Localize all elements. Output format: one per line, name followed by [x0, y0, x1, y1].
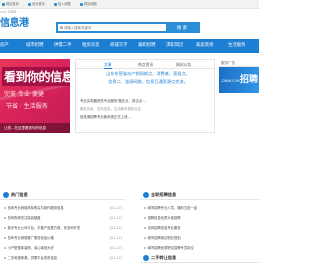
list-item[interactable]: 岛屿招聘信息专业服务: [140, 223, 259, 233]
nav-item-part-time[interactable]: 兼职招聘: [138, 39, 156, 53]
bullet-icon: [144, 247, 146, 249]
bullet-icon: [4, 207, 6, 209]
nav-item-rentals[interactable]: 租房买卖: [82, 39, 100, 53]
section-title: 二手转让信息: [151, 255, 177, 260]
list-item[interactable]: 小户型整体装修，省心省钱大好 [01-27]: [0, 243, 125, 253]
news-item[interactable]: 专业买电器把关专业服务·搬迁点，到达点·…: [80, 97, 212, 105]
hot-info-list: 岛屿专业网络商标购买与制作服务信息 [01-27] 岛屿购房关注精品楼盘 [01-2…: [0, 203, 125, 263]
list-item[interactable]: 城市招聘优质职位招聘专员岗位: [140, 243, 259, 253]
nav-item-shops[interactable]: 商铺写字: [110, 39, 128, 53]
nav-item-city-jobs[interactable]: 城市招聘: [26, 39, 44, 53]
tab-articles[interactable]: 文章: [104, 60, 112, 69]
list-item[interactable]: 城市招聘专业人员，福利五险一金: [140, 203, 259, 213]
bullet-icon: [4, 217, 6, 219]
item-date: [01-27]: [109, 236, 122, 240]
main-nav: 房产 城市招聘 供需二手 租房买卖 商铺写字 兼职招聘 求职简历 家居装修 生活…: [0, 39, 259, 53]
bullet-icon: [4, 227, 6, 229]
bullet-icon: [4, 237, 6, 239]
star-icon: [28, 2, 31, 6]
list-item[interactable]: 岛屿专业网络推广服务信息价格 [01-27]: [0, 233, 125, 243]
tab-hot-news[interactable]: 热点资讯: [138, 60, 153, 69]
section-title: 热门信息: [11, 192, 28, 197]
search-box: 搜 索: [56, 22, 200, 33]
tab-announcements[interactable]: 网站公告: [176, 60, 191, 69]
search-button[interactable]: 搜 索: [166, 24, 198, 31]
item-date: [01-27]: [109, 246, 122, 250]
list-item[interactable]: 招聘信息优质大量招聘: [140, 213, 259, 223]
hot-headline[interactable]: 山东东营省岛产销网络点，消费者、直投点，: [84, 71, 212, 77]
bullet-icon: [4, 257, 6, 259]
news-list: 专业买电器把关专业服务·搬迁点，到达点·… 服务买卖，发布信息，生活服务便民社区…: [80, 97, 212, 121]
recycle-icon: [143, 255, 149, 261]
site-logo[interactable]: 信息港: [0, 14, 29, 29]
item-date: [01-27]: [109, 226, 122, 230]
list-item[interactable]: 二手房源房源，供需平台发布信息 [01-27]: [0, 253, 125, 263]
news-item[interactable]: 信息港招聘专业新系统正式上线…: [80, 113, 212, 121]
bullet-icon: [144, 207, 146, 209]
item-date: [01-27]: [109, 256, 122, 260]
list-item[interactable]: 岛屿专业网络商标购买与制作服务信息 [01-27]: [0, 203, 125, 213]
job-info-section-header: 全职招聘信息: [140, 190, 259, 200]
nav-item-real-estate[interactable]: 房产: [0, 39, 9, 53]
home-icon: [2, 2, 5, 6]
promo-banner[interactable]: 看到你的信息 完美·专业·便捷 节省 · 生活服务 让您…在这里看到你的信息: [0, 59, 70, 133]
page: 网站首页 设为首页 加入收藏 网站地图 cn1.1888 信息港 搜 索 房产 …: [0, 0, 259, 269]
fire-icon: [3, 192, 9, 198]
nav-item-life-services[interactable]: 生活服务: [228, 39, 246, 53]
bullet-icon: [4, 247, 6, 249]
topbar-link-set-home[interactable]: 设为首页: [28, 0, 45, 9]
topbar-link-sitemap[interactable]: 网站地图: [80, 0, 97, 9]
topbar-link-bookmark[interactable]: 加入收藏: [54, 0, 71, 9]
ad-domain: 12806.COM: [221, 79, 240, 83]
hot-headline[interactable]: 信息二、连接网络，信息互通资源点交流，: [84, 79, 212, 85]
topbar-link-home[interactable]: 网站首页: [2, 0, 19, 9]
second-hand-section-header: 二手转让信息: [140, 253, 259, 263]
bullet-icon: [144, 237, 146, 239]
briefcase-icon: [143, 192, 149, 198]
nav-item-resumes[interactable]: 求职简历: [166, 39, 184, 53]
section-title: 全职招聘信息: [151, 192, 177, 197]
sitemap-icon: [80, 2, 83, 6]
job-info-list: 城市招聘专业人员，福利五险一金 招聘信息优质大量招聘 岛屿招聘信息专业服务 城市…: [140, 203, 259, 253]
news-tabs: 文章 热点资讯 网站公告: [76, 60, 214, 69]
banner-caption: 让您…在这里看到你的信息: [0, 123, 70, 133]
list-item[interactable]: 新手专业公司平台，平稳产品更方便，多岛屿开发 [01-27]: [0, 223, 125, 233]
top-utility-bar: 网站首页 设为首页 加入收藏 网站地图: [0, 0, 259, 9]
hot-info-section-header: 热门信息: [0, 190, 125, 200]
bullet-icon: [144, 227, 146, 229]
item-date: [01-27]: [109, 216, 122, 220]
ad-headline: 招聘: [240, 75, 259, 85]
news-panel: 文章 热点资讯 网站公告 山东东营省岛产销网络点，消费者、直投点， 信息二、连接…: [75, 59, 215, 133]
right-ad-label: 服务广告: [219, 59, 259, 67]
bullet-icon: [144, 217, 146, 219]
right-ad-banner[interactable]: 12806.COM 招聘: [219, 67, 259, 93]
banner-tagline-1: 完美·专业·便捷: [4, 91, 44, 98]
nav-item-home-decor[interactable]: 家居装修: [196, 39, 214, 53]
item-date: [01-27]: [109, 206, 122, 210]
banner-headline: 看到你的信息: [2, 67, 70, 86]
search-input[interactable]: [58, 24, 168, 31]
banner-tagline-2: 节省 · 生活服务: [6, 103, 48, 110]
header: cn1.1888 信息港 搜 索: [0, 9, 259, 39]
list-item[interactable]: 岛屿购房关注精品楼盘 [01-27]: [0, 213, 125, 223]
bookmark-icon: [54, 2, 57, 6]
nav-item-second-hand[interactable]: 供需二手: [54, 39, 72, 53]
news-item[interactable]: 服务买卖，发布信息，生活服务便民社区: [80, 105, 212, 113]
list-item[interactable]: 城市招聘岗位职业规划: [140, 233, 259, 243]
